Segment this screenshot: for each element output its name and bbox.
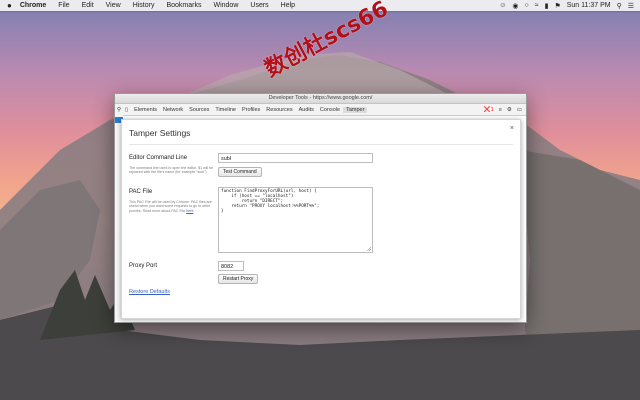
restore-defaults-link[interactable]: Restore Defaults <box>129 289 170 295</box>
circle-icon[interactable]: ○ <box>525 2 529 9</box>
pac-file-description: This PAC File will be used by Chrome. PA… <box>129 200 217 213</box>
editor-command-input[interactable]: subl <box>218 153 373 163</box>
menu-file[interactable]: File <box>58 2 69 9</box>
restart-proxy-button[interactable]: Restart Proxy <box>218 274 259 284</box>
tamper-settings-dialog: Tamper Settings × Editor Command Line Th… <box>121 119 521 319</box>
error-icon: ❌ <box>483 106 491 113</box>
pac-code: function FindProxyForURL(url, host) { if… <box>221 189 320 214</box>
tab-network[interactable]: Network <box>160 107 186 113</box>
menu-users[interactable]: Users <box>250 2 268 9</box>
list-icon[interactable]: ☰ <box>628 2 634 10</box>
menu-edit[interactable]: Edit <box>82 2 94 9</box>
flag-icon[interactable]: ⚑ <box>554 2 560 10</box>
inspect-icon[interactable]: ⚲ <box>117 107 121 113</box>
devtools-title: Developer Tools - https://www.google.com… <box>268 95 373 101</box>
tab-audits[interactable]: Audits <box>296 107 317 113</box>
apple-logo-icon[interactable]: ● <box>7 1 12 10</box>
menu-extras: ☺ ◉ ○ ≈ ▮ ⚑ Sun 11:37 PM ⚲ ☰ <box>499 2 634 10</box>
tab-resources[interactable]: Resources <box>263 107 295 113</box>
menu-app-chrome[interactable]: Chrome <box>20 2 46 9</box>
pac-file-label: PAC File <box>129 189 153 195</box>
tab-tamper[interactable]: Tamper <box>343 106 368 113</box>
error-count-value: 1 <box>490 106 494 113</box>
menu-window[interactable]: Window <box>213 2 238 9</box>
test-command-button[interactable]: Test Command <box>218 167 262 177</box>
error-count[interactable]: ❌1 <box>484 107 494 113</box>
menu-history[interactable]: History <box>133 2 155 9</box>
wifi-icon[interactable]: ≈ <box>535 2 539 9</box>
proxy-port-input[interactable]: 8082 <box>218 261 244 271</box>
console-drawer-icon[interactable]: ≡ <box>499 107 502 113</box>
menu-help[interactable]: Help <box>281 2 295 9</box>
pac-desc-text: This PAC File will be used by Chrome. PA… <box>129 200 212 213</box>
tab-elements[interactable]: Elements <box>131 107 160 113</box>
devtools-title-bar: Developer Tools - https://www.google.com… <box>115 94 526 104</box>
record-icon[interactable]: ◉ <box>512 2 518 10</box>
editor-description: The command line used to open the editor… <box>129 166 214 175</box>
close-icon[interactable]: × <box>510 125 514 132</box>
devtools-tab-bar: ⚲ ▯ Elements Network Sources Timeline Pr… <box>115 104 526 116</box>
settings-icon[interactable]: ⚙ <box>507 107 512 113</box>
search-icon[interactable]: ⚲ <box>617 2 622 10</box>
dock-icon[interactable]: ▭ <box>517 107 522 113</box>
dialog-title: Tamper Settings <box>129 128 191 138</box>
tab-timeline[interactable]: Timeline <box>212 107 239 113</box>
tab-profiles[interactable]: Profiles <box>239 107 263 113</box>
resize-handle-icon[interactable] <box>367 247 371 251</box>
editor-label: Editor Command Line <box>129 155 188 161</box>
mac-menu-bar: ● Chrome File Edit View History Bookmark… <box>0 0 640 11</box>
menu-bookmarks[interactable]: Bookmarks <box>166 2 201 9</box>
devtools-window: Developer Tools - https://www.google.com… <box>114 93 527 323</box>
battery-icon[interactable]: ▮ <box>545 2 549 10</box>
pac-file-textarea[interactable]: function FindProxyForURL(url, host) { if… <box>218 187 373 253</box>
menu-view[interactable]: View <box>106 2 121 9</box>
title-divider <box>129 144 513 145</box>
proxy-port-label: Proxy Port <box>129 263 158 269</box>
tab-sources[interactable]: Sources <box>186 107 212 113</box>
clock[interactable]: Sun 11:37 PM <box>567 2 611 9</box>
tab-console[interactable]: Console <box>317 107 343 113</box>
device-mode-icon[interactable]: ▯ <box>125 107 128 113</box>
ghost-icon[interactable]: ☺ <box>499 2 506 9</box>
pac-desc-end: . <box>193 208 195 213</box>
